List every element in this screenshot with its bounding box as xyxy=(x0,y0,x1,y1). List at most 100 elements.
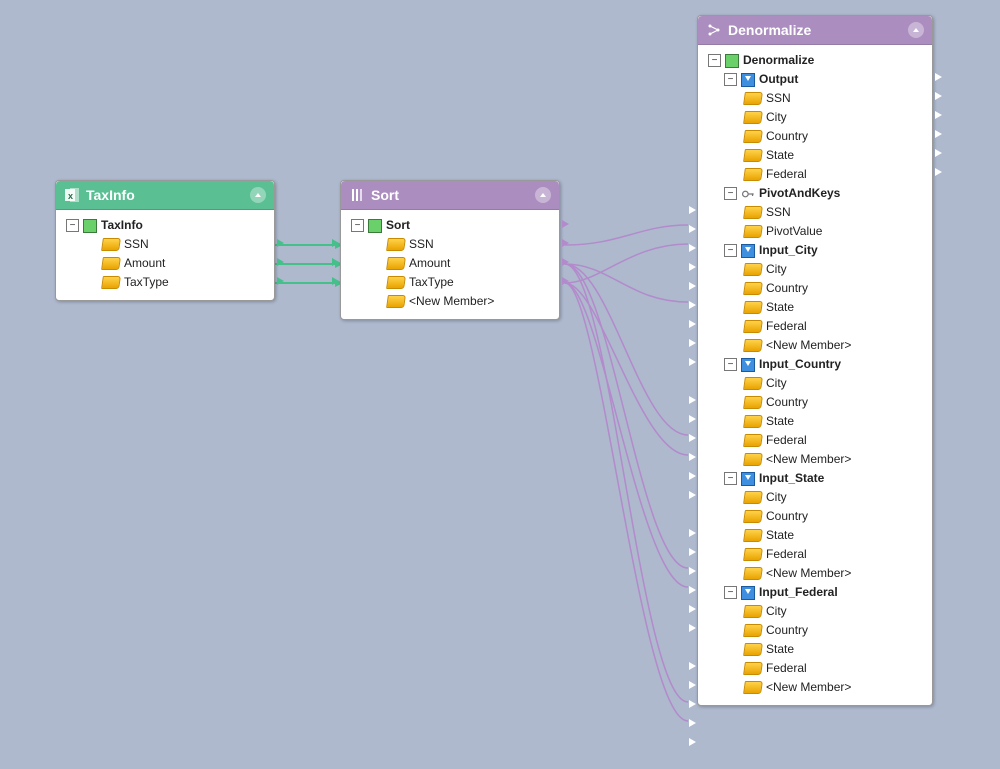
field-row[interactable]: City xyxy=(702,108,928,127)
input-port[interactable] xyxy=(687,681,697,689)
node-denorm-titlebar[interactable]: Denormalize xyxy=(698,16,932,45)
tree-root[interactable]: TaxInfo xyxy=(60,216,270,235)
field-row-new[interactable]: <New Member> xyxy=(702,678,928,697)
field-row[interactable]: City xyxy=(702,260,928,279)
diagram-canvas[interactable]: { "nodes": { "taxinfo": { "title": "TaxI… xyxy=(0,0,1000,769)
field-row[interactable]: Country xyxy=(702,279,928,298)
field-row[interactable]: Amount xyxy=(345,254,555,273)
input-port[interactable] xyxy=(330,258,340,266)
tree-root[interactable]: Denormalize xyxy=(702,51,928,70)
field-row[interactable]: PivotValue xyxy=(702,222,928,241)
field-row[interactable]: State xyxy=(702,412,928,431)
output-port[interactable] xyxy=(275,239,285,247)
input-port[interactable] xyxy=(330,277,340,285)
node-sort-titlebar[interactable]: Sort xyxy=(341,181,559,210)
output-port[interactable] xyxy=(275,277,285,285)
input-port[interactable] xyxy=(687,738,697,746)
expander-icon[interactable] xyxy=(724,73,737,86)
field-row[interactable]: SSN xyxy=(702,89,928,108)
input-port[interactable] xyxy=(687,548,697,556)
field-row[interactable]: Federal xyxy=(702,659,928,678)
input-port[interactable] xyxy=(687,662,697,670)
input-port[interactable] xyxy=(330,239,340,247)
input-port[interactable] xyxy=(687,282,697,290)
tree-root[interactable]: Sort xyxy=(345,216,555,235)
input-port[interactable] xyxy=(687,434,697,442)
field-row[interactable]: City xyxy=(702,602,928,621)
input-port[interactable] xyxy=(687,529,697,537)
group-input-state[interactable]: Input_State xyxy=(702,469,928,488)
output-port[interactable] xyxy=(933,111,943,119)
input-port[interactable] xyxy=(687,358,697,366)
field-row-new[interactable]: <New Member> xyxy=(345,292,555,311)
expander-icon[interactable] xyxy=(724,187,737,200)
field-row[interactable]: Country xyxy=(702,393,928,412)
node-taxinfo[interactable]: x TaxInfo TaxInfo SSN Amount TaxType xyxy=(55,180,275,301)
field-row[interactable]: Federal xyxy=(702,165,928,184)
input-port[interactable] xyxy=(687,396,697,404)
field-row-new[interactable]: <New Member> xyxy=(702,564,928,583)
input-port[interactable] xyxy=(687,320,697,328)
output-port[interactable] xyxy=(933,92,943,100)
input-port[interactable] xyxy=(687,491,697,499)
input-port[interactable] xyxy=(687,719,697,727)
output-port[interactable] xyxy=(933,73,943,81)
output-port[interactable] xyxy=(933,130,943,138)
input-port[interactable] xyxy=(687,301,697,309)
group-output[interactable]: Output xyxy=(702,70,928,89)
node-taxinfo-collapse[interactable] xyxy=(250,187,266,203)
field-row[interactable]: TaxType xyxy=(60,273,270,292)
node-sort-collapse[interactable] xyxy=(535,187,551,203)
group-input-federal[interactable]: Input_Federal xyxy=(702,583,928,602)
output-port[interactable] xyxy=(560,220,570,228)
field-row[interactable]: SSN xyxy=(60,235,270,254)
field-row[interactable]: Amount xyxy=(60,254,270,273)
field-row[interactable]: City xyxy=(702,374,928,393)
expander-icon[interactable] xyxy=(724,472,737,485)
input-port[interactable] xyxy=(687,244,697,252)
output-port[interactable] xyxy=(560,277,570,285)
field-row[interactable]: Country xyxy=(702,507,928,526)
field-row[interactable]: State xyxy=(702,526,928,545)
field-row[interactable]: Country xyxy=(702,127,928,146)
input-port[interactable] xyxy=(687,586,697,594)
input-port[interactable] xyxy=(687,225,697,233)
expander-icon[interactable] xyxy=(724,358,737,371)
input-port[interactable] xyxy=(687,567,697,575)
field-row[interactable]: SSN xyxy=(345,235,555,254)
field-row[interactable]: Federal xyxy=(702,545,928,564)
field-row[interactable]: TaxType xyxy=(345,273,555,292)
input-port[interactable] xyxy=(687,415,697,423)
node-denormalize[interactable]: Denormalize Denormalize Output SSN City … xyxy=(697,15,933,706)
expander-icon[interactable] xyxy=(724,586,737,599)
field-row[interactable]: State xyxy=(702,640,928,659)
input-port[interactable] xyxy=(687,700,697,708)
field-row[interactable]: Federal xyxy=(702,317,928,336)
field-row[interactable]: Federal xyxy=(702,431,928,450)
input-port[interactable] xyxy=(687,263,697,271)
input-port[interactable] xyxy=(687,339,697,347)
expander-icon[interactable] xyxy=(66,219,79,232)
field-row-new[interactable]: <New Member> xyxy=(702,450,928,469)
output-port[interactable] xyxy=(560,239,570,247)
input-port[interactable] xyxy=(687,605,697,613)
node-sort[interactable]: Sort Sort SSN Amount TaxType <New Member… xyxy=(340,180,560,320)
field-row-new[interactable]: <New Member> xyxy=(702,336,928,355)
input-port[interactable] xyxy=(687,206,697,214)
input-port[interactable] xyxy=(687,624,697,632)
field-row[interactable]: SSN xyxy=(702,203,928,222)
node-taxinfo-titlebar[interactable]: x TaxInfo xyxy=(56,181,274,210)
output-port[interactable] xyxy=(560,258,570,266)
node-denorm-collapse[interactable] xyxy=(908,22,924,38)
output-port[interactable] xyxy=(933,168,943,176)
input-port[interactable] xyxy=(687,472,697,480)
expander-icon[interactable] xyxy=(708,54,721,67)
field-row[interactable]: City xyxy=(702,488,928,507)
group-input-country[interactable]: Input_Country xyxy=(702,355,928,374)
input-port[interactable] xyxy=(687,453,697,461)
expander-icon[interactable] xyxy=(351,219,364,232)
field-row[interactable]: State xyxy=(702,298,928,317)
group-pivot[interactable]: PivotAndKeys xyxy=(702,184,928,203)
group-input-city[interactable]: Input_City xyxy=(702,241,928,260)
output-port[interactable] xyxy=(275,258,285,266)
